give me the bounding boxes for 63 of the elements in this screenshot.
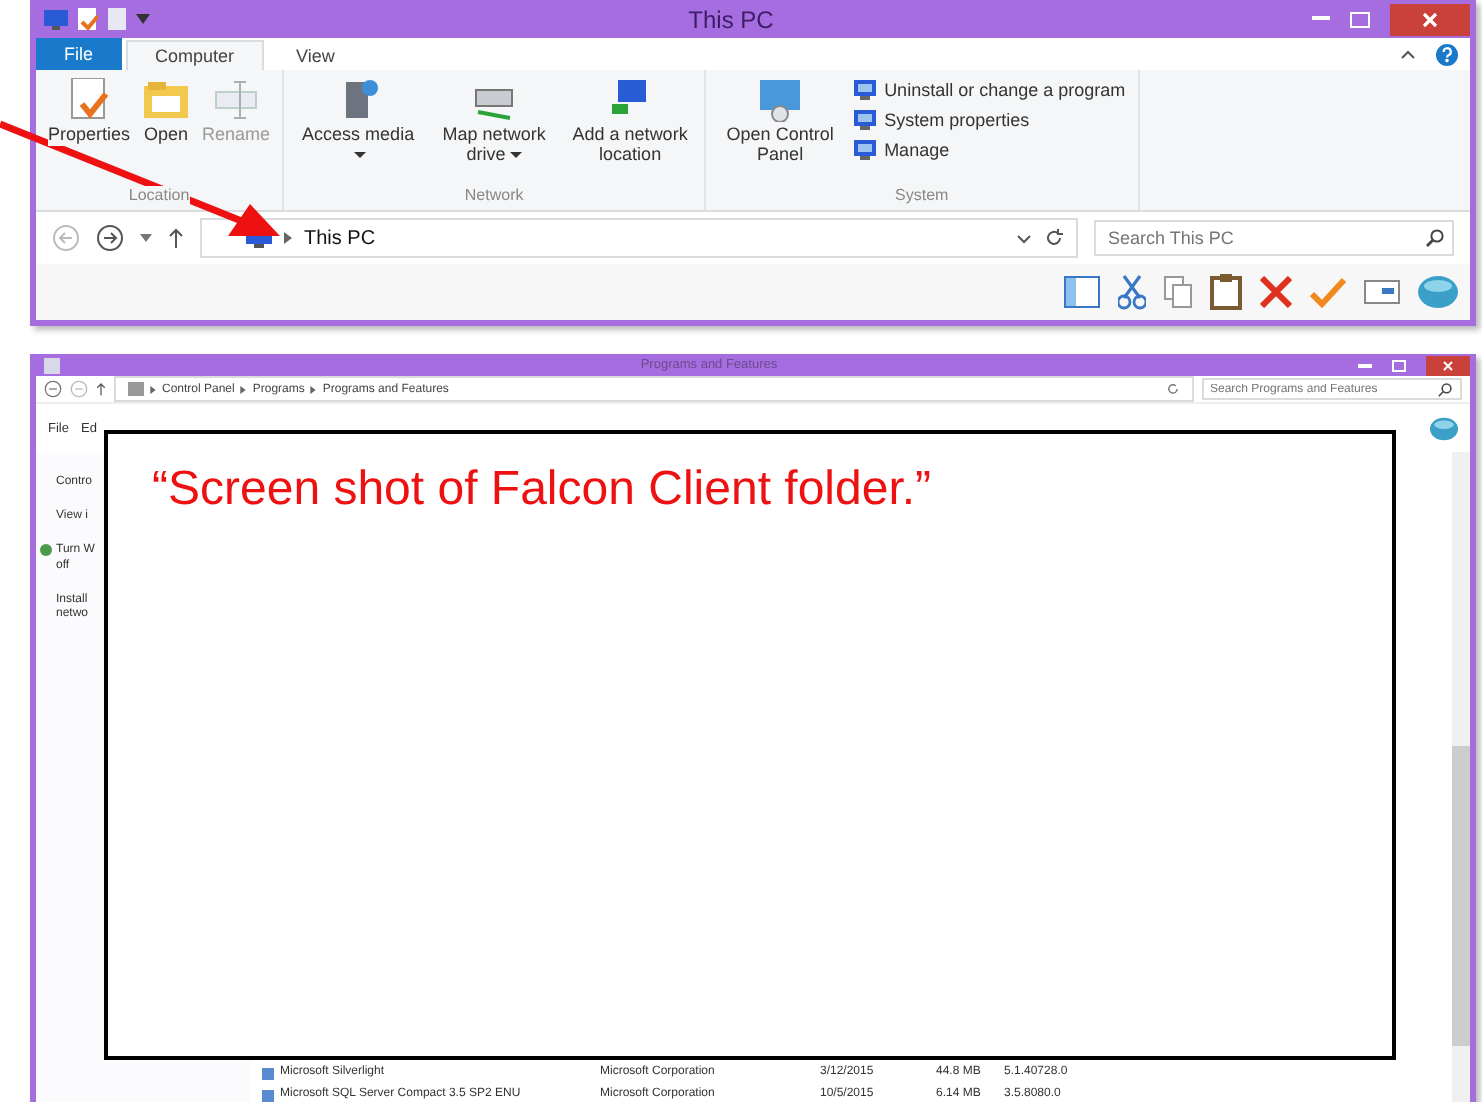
- minimize-icon[interactable]: [1358, 363, 1372, 367]
- layout-icon[interactable]: [1064, 276, 1100, 308]
- ribbon-tab[interactable]: View: [268, 42, 363, 70]
- annotation-text: “Screen shot of Falcon Client folder.”: [152, 462, 932, 516]
- document-check-icon: [65, 78, 114, 122]
- ribbon-tab[interactable]: File: [36, 38, 122, 70]
- forward-icon[interactable]: [96, 224, 124, 252]
- close-icon: [1422, 11, 1438, 27]
- close-button[interactable]: [1426, 355, 1470, 375]
- collapse-icon[interactable]: [1400, 49, 1416, 59]
- chevron-icon: [150, 385, 156, 393]
- globe-icon[interactable]: [1430, 415, 1458, 441]
- group-label: Location: [128, 186, 190, 204]
- document-icon[interactable]: [78, 8, 98, 30]
- ribbon-button[interactable]: Map network drive: [428, 74, 561, 186]
- copy-icon[interactable]: [1164, 276, 1192, 308]
- maximize-icon[interactable]: [1392, 359, 1406, 371]
- checkmark-icon[interactable]: [1310, 276, 1346, 308]
- clipboard-icon[interactable]: [1210, 274, 1242, 310]
- location-text: This PC: [304, 227, 376, 249]
- globe-icon[interactable]: [1418, 274, 1458, 310]
- search-icon[interactable]: [1426, 229, 1444, 247]
- ribbon-tab[interactable]: Computer: [125, 40, 265, 70]
- close-button[interactable]: [1390, 3, 1470, 35]
- computer-icon: [854, 110, 877, 130]
- dropdown-icon[interactable]: [1016, 233, 1032, 243]
- group-label: System: [895, 186, 949, 204]
- scrollbar-thumb[interactable]: [1452, 746, 1470, 1046]
- window-title: This PC: [686, 5, 776, 33]
- search-field[interactable]: Search This PC: [1094, 220, 1454, 256]
- computer-manage-icon: [854, 140, 877, 160]
- search-icon[interactable]: [1438, 382, 1452, 396]
- maximize-icon[interactable]: [1350, 11, 1370, 27]
- ribbon-button[interactable]: Open: [138, 74, 195, 186]
- computer-icon[interactable]: [44, 9, 68, 29]
- up-icon[interactable]: [96, 382, 106, 396]
- rename-icon: [212, 78, 261, 122]
- close-icon: [1442, 359, 1454, 371]
- ribbon-button[interactable]: System properties: [850, 108, 1130, 132]
- ribbon-button[interactable]: Access media: [292, 74, 425, 186]
- cut-icon[interactable]: [1118, 274, 1146, 310]
- dropdown-icon[interactable]: [136, 14, 150, 24]
- up-icon[interactable]: [168, 228, 184, 248]
- chevron-icon: [284, 232, 292, 244]
- help-icon[interactable]: [1436, 43, 1458, 65]
- scrollbar[interactable]: [1452, 452, 1470, 1102]
- ribbon-button[interactable]: Manage: [850, 138, 1130, 162]
- minimize-icon[interactable]: [1312, 16, 1330, 22]
- rename-icon[interactable]: [1364, 280, 1400, 304]
- chevron-icon: [310, 385, 317, 393]
- folder-icon: [142, 78, 191, 122]
- back-icon[interactable]: [44, 380, 62, 398]
- ribbon-button[interactable]: Open Control Panel: [714, 74, 847, 186]
- ribbon-button[interactable]: Add a network location: [564, 74, 697, 186]
- delete-icon[interactable]: [1260, 276, 1292, 308]
- ribbon-button[interactable]: Properties: [44, 74, 135, 186]
- dropdown-icon[interactable]: [140, 234, 152, 242]
- group-label: Network: [464, 186, 524, 204]
- program-list-icon: [854, 80, 877, 100]
- refresh-icon[interactable]: [1044, 228, 1064, 248]
- chevron-icon: [240, 385, 247, 393]
- refresh-icon[interactable]: [1166, 382, 1180, 396]
- ribbon-button[interactable]: Uninstall or change a program: [850, 78, 1130, 102]
